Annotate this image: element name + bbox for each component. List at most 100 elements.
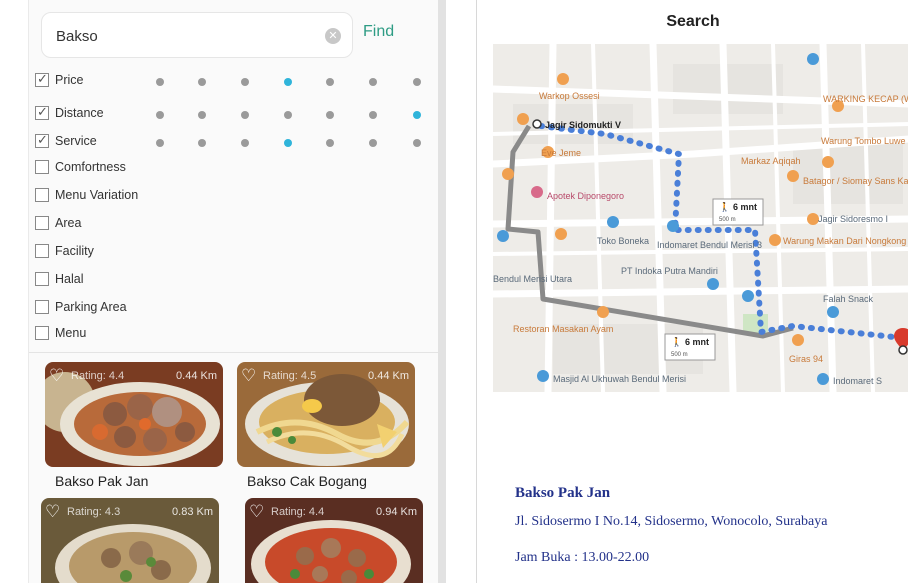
rating-dot[interactable]: [198, 111, 206, 119]
svg-text:Batagor / Siomay Sans Kacong D: Batagor / Siomay Sans Kacong Dan Pecel: [803, 176, 908, 186]
rating-dot[interactable]: [326, 78, 334, 86]
filter-menu[interactable]: Menu: [35, 323, 86, 343]
restaurant-address: Jl. Sidosermo I No.14, Sidosermo, Wonoco…: [515, 514, 828, 529]
svg-text:500 m: 500 m: [719, 217, 736, 223]
find-button[interactable]: Find: [363, 23, 394, 41]
comfortness-checkbox[interactable]: [35, 160, 49, 174]
restaurant-name: Bakso Pak Jan: [515, 485, 611, 501]
restaurant-card[interactable]: ♡ Rating: 4.5 0.44 Km Bakso Cak Bogang: [237, 362, 415, 489]
rating-dot[interactable]: [198, 139, 206, 147]
svg-text:Indomaret S: Indomaret S: [833, 376, 882, 386]
distance-checkbox[interactable]: [35, 104, 49, 120]
filter-parking-area[interactable]: Parking Area: [35, 297, 127, 317]
rating-dot[interactable]: [284, 139, 292, 147]
menu-checkbox[interactable]: [35, 326, 49, 340]
svg-text:6 mnt: 6 mnt: [733, 202, 757, 212]
filter-service[interactable]: Service: [35, 131, 97, 151]
svg-text:🚶: 🚶: [671, 336, 682, 347]
svg-text:WARKING KECAP (WARKO: WARKING KECAP (WARKO: [823, 94, 908, 104]
price-checkbox[interactable]: [35, 71, 49, 87]
filter-label: Halal: [55, 272, 84, 286]
route-map[interactable]: Warkop Ossesi Eve Jeme WARKING KECAP (WA…: [493, 44, 908, 392]
distance-text: 0.44 Km: [176, 370, 217, 382]
parking-area-checkbox[interactable]: [35, 300, 49, 314]
filter-label: Parking Area: [55, 300, 127, 314]
restaurant-card[interactable]: ♡ Rating: 4.4 0.44 Km Bakso Pak Jan: [45, 362, 223, 489]
rating-dot[interactable]: [284, 78, 292, 86]
divider: [29, 352, 446, 353]
filter-menu-variation[interactable]: Menu Variation: [35, 185, 138, 205]
distance-text: 0.83 Km: [172, 506, 213, 518]
svg-text:Eve Jeme: Eve Jeme: [541, 148, 581, 158]
restaurant-card[interactable]: ♡ Rating: 4.4 0.94 Km: [245, 498, 423, 583]
rating-dot[interactable]: [241, 139, 249, 147]
svg-text:PT Indoka Putra Mandiri: PT Indoka Putra Mandiri: [621, 266, 718, 276]
opening-hours: Jam Buka : 13.00-22.00: [515, 550, 650, 565]
rating-dot[interactable]: [369, 139, 377, 147]
rating-text: Rating: 4.4: [271, 506, 325, 518]
svg-text:🚶: 🚶: [719, 201, 730, 212]
distance-text: 0.94 Km: [376, 506, 417, 518]
rating-dot[interactable]: [413, 78, 421, 86]
svg-text:Warkop Ossesi: Warkop Ossesi: [539, 91, 600, 101]
filter-comfortness[interactable]: Comfortness: [35, 157, 126, 177]
svg-text:Jagir Sidomukti V: Jagir Sidomukti V: [545, 120, 621, 130]
food-photo: ♡ Rating: 4.5 0.44 Km: [237, 362, 415, 467]
rating-dot[interactable]: [369, 111, 377, 119]
restaurant-card[interactable]: ♡ Rating: 4.3 0.83 Km: [41, 498, 219, 583]
svg-text:500 m: 500 m: [671, 352, 688, 358]
filter-panel: ✕ Find Price Distance Service Comfortnes…: [28, 0, 446, 583]
rating-dot[interactable]: [413, 139, 421, 147]
rating-dot[interactable]: [369, 78, 377, 86]
filter-label: Menu Variation: [55, 188, 139, 202]
distance-text: 0.44 Km: [368, 370, 409, 382]
rating-dot[interactable]: [326, 139, 334, 147]
rating-text: Rating: 4.3: [67, 506, 121, 518]
food-photo: ♡ Rating: 4.3 0.83 Km: [41, 498, 219, 583]
heart-icon[interactable]: ♡: [241, 366, 256, 386]
area-checkbox[interactable]: [35, 216, 49, 230]
svg-text:Toko Boneka: Toko Boneka: [597, 236, 649, 246]
rating-dot[interactable]: [413, 111, 421, 119]
detail-panel: Search Warkop Ossesi Eve Jeme WARKING KE…: [476, 0, 908, 583]
svg-text:Restoran Masakan Ayam: Restoran Masakan Ayam: [513, 324, 613, 334]
filter-facility[interactable]: Facility: [35, 241, 94, 261]
rating-dot[interactable]: [156, 111, 164, 119]
heart-icon[interactable]: ♡: [249, 502, 264, 522]
heart-icon[interactable]: ♡: [49, 366, 64, 386]
rating-dot[interactable]: [156, 78, 164, 86]
rating-dot[interactable]: [156, 139, 164, 147]
filter-label: Facility: [55, 244, 94, 258]
filter-distance[interactable]: Distance: [35, 103, 104, 123]
svg-text:Falah Snack: Falah Snack: [823, 294, 874, 304]
heart-icon[interactable]: ♡: [45, 502, 60, 522]
facility-checkbox[interactable]: [35, 244, 49, 258]
svg-text:Indomaret Bendul Merisi 3: Indomaret Bendul Merisi 3: [657, 240, 762, 250]
clear-icon[interactable]: ✕: [325, 28, 341, 44]
food-photo: ♡ Rating: 4.4 0.44 Km: [45, 362, 223, 467]
service-checkbox[interactable]: [35, 132, 49, 148]
panel-edge: [438, 0, 446, 583]
rating-dot[interactable]: [241, 111, 249, 119]
rating-text: Rating: 4.4: [71, 370, 125, 382]
filter-label: Distance: [55, 106, 104, 120]
filter-price[interactable]: Price: [35, 70, 83, 90]
card-name: Bakso Cak Bogang: [247, 473, 367, 489]
filter-label: Price: [55, 73, 84, 87]
search-input[interactable]: [56, 25, 306, 47]
menu-variation-checkbox[interactable]: [35, 188, 49, 202]
filter-halal[interactable]: Halal: [35, 269, 84, 289]
rating-dot[interactable]: [241, 78, 249, 86]
rating-dot[interactable]: [326, 111, 334, 119]
rating-text: Rating: 4.5: [263, 370, 317, 382]
filter-area[interactable]: Area: [35, 213, 81, 233]
svg-text:Markaz Aqiqah: Markaz Aqiqah: [741, 156, 801, 166]
halal-checkbox[interactable]: [35, 272, 49, 286]
rating-dot[interactable]: [284, 111, 292, 119]
filter-label: Comfortness: [55, 160, 126, 174]
svg-text:Masjid Al Ukhuwah Bendul Meris: Masjid Al Ukhuwah Bendul Merisi: [553, 374, 686, 384]
svg-text:Giras 94: Giras 94: [789, 354, 823, 364]
card-name: Bakso Pak Jan: [55, 473, 149, 489]
svg-text:6 mnt: 6 mnt: [685, 337, 709, 347]
rating-dot[interactable]: [198, 78, 206, 86]
